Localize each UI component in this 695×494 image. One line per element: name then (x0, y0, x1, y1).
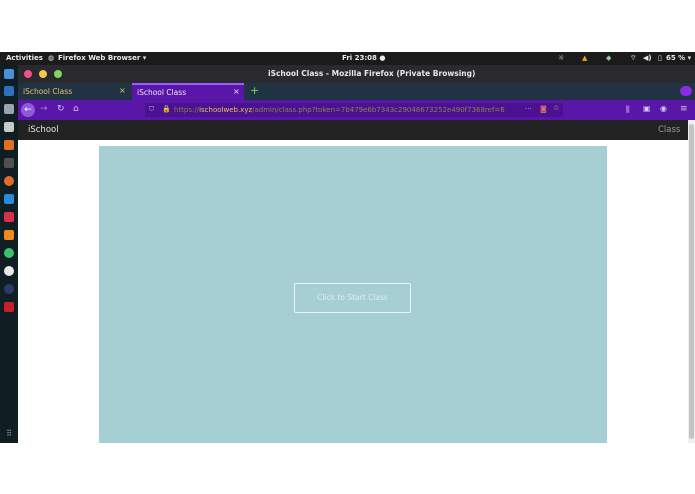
battery-icon[interactable]: ▯ (658, 54, 662, 62)
tab-active[interactable]: iSchool Class × (132, 83, 244, 100)
dock-orange-app-icon[interactable] (4, 140, 14, 150)
activities-button[interactable]: Activities (6, 54, 43, 62)
show-apps-icon[interactable]: ⠿ (4, 429, 14, 439)
start-class-button[interactable]: Click to Start Class (294, 283, 411, 313)
tab-label: iSchool Class (23, 87, 73, 96)
tracking-shield-icon[interactable]: ⛉ (149, 105, 154, 114)
lock-icon[interactable]: 🔒 (162, 105, 171, 113)
wifi-icon[interactable]: ⌔ (630, 54, 637, 63)
tab-label: iSchool Class (137, 88, 187, 97)
dock-chat-icon[interactable] (4, 69, 14, 79)
dock-blue-app-icon[interactable] (4, 284, 14, 294)
home-icon[interactable]: ⌂ (73, 104, 79, 114)
private-browsing-icon (680, 86, 692, 96)
dock-files-icon[interactable] (4, 86, 14, 96)
vlc-icon[interactable]: ▲ (582, 54, 587, 62)
dock-archive-icon[interactable] (4, 122, 14, 132)
pocket-icon[interactable]: ◙ (540, 105, 547, 113)
maximize-window-icon[interactable] (54, 70, 62, 78)
dock-sublime-icon[interactable] (4, 230, 14, 240)
back-icon[interactable]: ← (21, 103, 35, 117)
dock-green-app-icon[interactable] (4, 248, 14, 258)
minimize-window-icon[interactable] (39, 70, 47, 78)
shield-icon[interactable]: ◆ (606, 54, 611, 62)
site-header: iSchool Class (18, 120, 688, 140)
dock-chrome-icon[interactable] (4, 266, 14, 276)
url-text[interactable]: https://ischoolweb.xyz/admin/class.php?t… (174, 106, 519, 114)
battery-level[interactable]: 65 % ▾ (666, 54, 691, 62)
clock[interactable]: Fri 23:08 ● (342, 54, 385, 62)
sidebar-icon[interactable]: ▣ (643, 104, 651, 113)
menu-icon[interactable]: ≡ (680, 104, 688, 114)
application-dock: ⠿ (0, 65, 18, 443)
dock-filezilla-icon[interactable] (4, 302, 14, 312)
tab-close-icon[interactable]: × (233, 87, 240, 96)
dock-monitor-icon[interactable] (4, 158, 14, 168)
app-menu[interactable]: Firefox Web Browser ▾ (58, 54, 146, 62)
reload-icon[interactable]: ↻ (57, 104, 65, 114)
bookmark-star-icon[interactable]: ☆ (553, 104, 559, 112)
nav-class-link[interactable]: Class (658, 125, 680, 135)
page-actions-icon[interactable]: ··· (525, 105, 532, 113)
dock-terminal-icon[interactable] (4, 104, 14, 114)
account-icon[interactable]: ◉ (660, 104, 667, 113)
dock-firefox-icon[interactable] (4, 176, 14, 186)
site-brand[interactable]: iSchool (28, 125, 59, 135)
tab-inactive[interactable]: iSchool Class × (18, 83, 130, 100)
volume-icon[interactable]: ◀) (643, 54, 652, 62)
close-window-icon[interactable] (24, 70, 32, 78)
forward-icon[interactable]: → (40, 104, 48, 114)
brightness-icon[interactable]: ☼ (558, 54, 564, 62)
tab-close-icon[interactable]: × (119, 86, 126, 95)
system-top-bar: Activities ◍ Firefox Web Browser ▾ Fri 2… (0, 52, 695, 65)
window-title-bar: iSchool Class - Mozilla Firefox (Private… (18, 65, 695, 83)
dock-vscode-icon[interactable] (4, 194, 14, 204)
dock-red-app-icon[interactable] (4, 212, 14, 222)
tab-strip: iSchool Class × iSchool Class × + (18, 83, 695, 100)
library-icon[interactable]: ⫼ (626, 105, 630, 115)
firefox-icon: ◍ (48, 54, 55, 62)
window-title: iSchool Class - Mozilla Firefox (Private… (268, 69, 476, 78)
url-bar[interactable]: ⛉ 🔒 https://ischoolweb.xyz/admin/class.p… (145, 103, 563, 117)
scrollbar-thumb[interactable] (689, 124, 694, 439)
new-tab-button[interactable]: + (250, 84, 259, 97)
